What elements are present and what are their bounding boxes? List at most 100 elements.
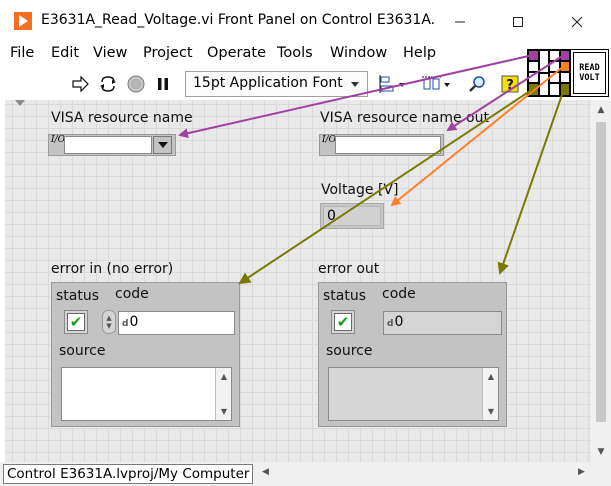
- menu-view[interactable]: View: [93, 45, 127, 61]
- connector-terminal[interactable]: [560, 83, 570, 96]
- font-select[interactable]: 15pt Application Font: [185, 71, 368, 97]
- context-help-button[interactable]: ?: [499, 73, 521, 95]
- chevron-down-icon: [351, 82, 359, 87]
- visa-io-icon: I/O: [322, 135, 336, 145]
- project-path: Control E3631A.lvproj/My Computer: [3, 464, 254, 484]
- visa-resource-name-out-label: VISA resource name out: [320, 110, 489, 126]
- menu-tools[interactable]: Tools: [277, 45, 313, 61]
- close-button[interactable]: [557, 8, 597, 36]
- minimize-icon: [455, 21, 465, 23]
- error-in-source-input[interactable]: ▲ ▼: [61, 367, 232, 421]
- error-out-source-indicator: ▲ ▼: [328, 367, 499, 421]
- abort-button[interactable]: [125, 73, 147, 95]
- distribute-objects-button[interactable]: [420, 73, 452, 95]
- menu-help[interactable]: Help: [403, 45, 436, 61]
- error-in-status-checkbox[interactable]: ✔: [64, 310, 88, 334]
- run-continuously-icon: [100, 76, 116, 92]
- visa-resource-name-label: VISA resource name: [51, 110, 193, 126]
- error-in-code-input[interactable]: d0: [118, 311, 235, 335]
- align-objects-button[interactable]: [378, 73, 408, 95]
- error-out-code-indicator: d0: [383, 311, 502, 335]
- error-in-label: error in (no error): [51, 261, 174, 277]
- align-objects-icon: [379, 75, 405, 93]
- help-icon: ?: [501, 75, 519, 93]
- error-out-code-value: 0: [394, 314, 404, 330]
- menu-operate[interactable]: Operate: [207, 45, 266, 61]
- visa-resource-name-out-field: [335, 136, 441, 154]
- error-in-code-increment-decrement[interactable]: ▲ ▼: [102, 310, 116, 334]
- connector-terminal[interactable]: [549, 83, 560, 96]
- chevron-down-icon: [157, 142, 168, 148]
- menu-file[interactable]: File: [10, 45, 34, 61]
- window-title: E3631A_Read_Voltage.vi Front Panel on Co…: [41, 12, 436, 28]
- connector-terminal[interactable]: [560, 61, 570, 72]
- scroll-right-icon[interactable]: ▶: [578, 467, 585, 477]
- checkmark-icon: ✔: [69, 312, 83, 331]
- search-button[interactable]: [466, 73, 488, 95]
- connector-terminal[interactable]: [549, 50, 560, 61]
- front-panel-window: E3631A_Read_Voltage.vi Front Panel on Co…: [0, 0, 611, 486]
- connector-terminal[interactable]: [539, 73, 549, 96]
- radix-indicator-icon: d: [122, 319, 129, 329]
- visa-resource-name-input[interactable]: [64, 136, 152, 154]
- error-in-source-scrollbar[interactable]: ▲ ▼: [215, 368, 231, 420]
- pause-button[interactable]: [152, 73, 174, 95]
- run-button[interactable]: [69, 73, 91, 95]
- error-out-label: error out: [318, 261, 380, 277]
- visa-resource-name-out-indicator: I/O: [319, 134, 444, 156]
- status-bar: Control E3631A.lvproj/My Computer ◀ ▶: [0, 462, 611, 486]
- connector-terminal[interactable]: [560, 50, 570, 61]
- scroll-down-icon[interactable]: ▼: [591, 442, 611, 462]
- error-out-source-label: source: [326, 343, 373, 359]
- error-out-status-label: status: [323, 288, 367, 304]
- abort-icon: [127, 75, 145, 93]
- menu-window[interactable]: Window: [330, 45, 387, 61]
- connector-terminal[interactable]: [528, 83, 539, 96]
- vi-icon-line2: VOLT: [579, 73, 600, 83]
- connector-terminal[interactable]: [549, 72, 560, 83]
- scroll-thumb[interactable]: [596, 122, 606, 422]
- voltage-value: 0: [323, 206, 381, 226]
- vertical-scrollbar[interactable]: ▲ ▼: [591, 100, 611, 462]
- vi-icon-text: READ VOLT: [573, 52, 606, 94]
- scroll-left-icon[interactable]: ◀: [262, 467, 269, 477]
- scroll-down-icon[interactable]: ▼: [216, 407, 232, 416]
- error-in-status-label: status: [56, 288, 100, 304]
- connector-terminal[interactable]: [528, 50, 539, 61]
- title-bar[interactable]: E3631A_Read_Voltage.vi Front Panel on Co…: [0, 0, 611, 42]
- run-continuously-button[interactable]: [97, 73, 119, 95]
- vi-icon-line1: READ: [579, 63, 600, 73]
- toolbar: 15pt Application Font ?: [0, 66, 530, 100]
- chevron-up-icon: ▲: [106, 314, 112, 322]
- error-out-source-scrollbar[interactable]: ▲ ▼: [482, 368, 498, 420]
- error-out-cluster: status code ✔ d0 source ▲ ▼: [318, 282, 507, 427]
- error-out-status-indicator: ✔: [331, 310, 355, 334]
- run-arrow-icon: [72, 75, 89, 93]
- menu-project[interactable]: Project: [143, 45, 193, 61]
- error-in-code-value: 0: [129, 314, 139, 330]
- search-icon: [469, 76, 485, 92]
- svg-text:?: ?: [506, 78, 514, 93]
- voltage-indicator: 0: [320, 203, 384, 229]
- menu-edit[interactable]: Edit: [51, 45, 79, 61]
- pause-icon: [158, 78, 168, 90]
- scroll-up-icon[interactable]: ▲: [483, 372, 499, 381]
- visa-resource-name-control[interactable]: I/O: [48, 134, 176, 156]
- minimize-button[interactable]: [440, 8, 480, 36]
- scroll-up-icon[interactable]: ▲: [591, 100, 611, 120]
- connector-terminal[interactable]: [560, 72, 570, 83]
- connector-terminal[interactable]: [549, 61, 560, 72]
- connector-terminal[interactable]: [539, 50, 549, 73]
- scroll-down-icon[interactable]: ▼: [483, 407, 499, 416]
- scroll-up-icon[interactable]: ▲: [216, 372, 232, 381]
- maximize-button[interactable]: [498, 8, 538, 36]
- visa-resource-dropdown-button[interactable]: [153, 136, 172, 154]
- vi-icon[interactable]: READ VOLT: [570, 49, 609, 97]
- connector-terminal[interactable]: [528, 61, 539, 72]
- connector-pane[interactable]: [527, 49, 571, 97]
- maximize-icon: [513, 17, 523, 27]
- origin-marker-icon: [15, 100, 25, 106]
- connector-terminal[interactable]: [528, 72, 539, 83]
- voltage-label: Voltage [V]: [321, 182, 399, 198]
- close-icon: [571, 16, 583, 28]
